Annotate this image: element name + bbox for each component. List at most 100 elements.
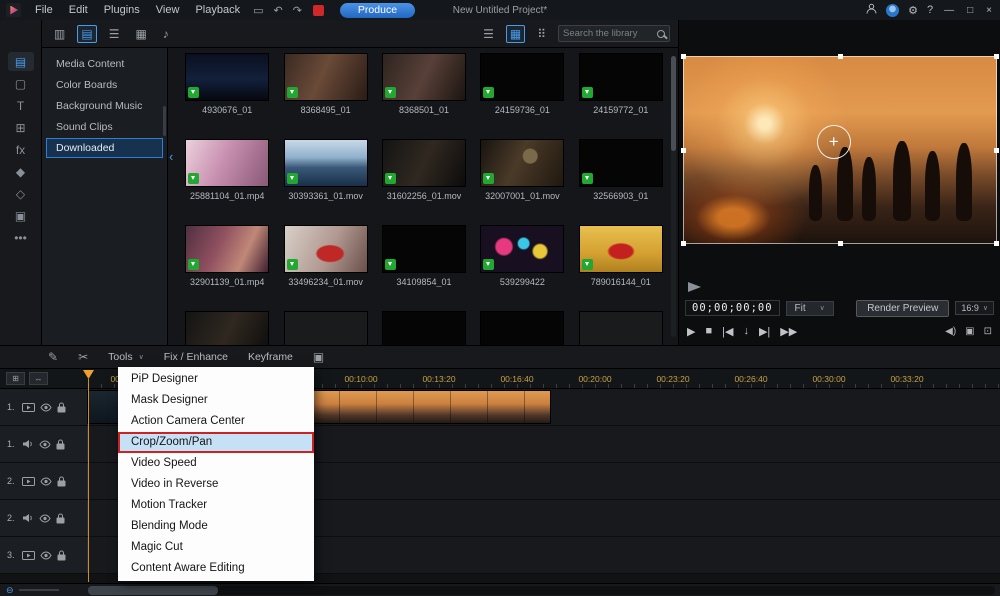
media-thumbnail[interactable] [580, 54, 662, 100]
media-item[interactable] [184, 312, 270, 345]
keyframe-button[interactable]: Keyframe [248, 351, 293, 363]
track-visibility-eye-icon[interactable] [40, 403, 52, 412]
media-thumbnail[interactable] [186, 140, 268, 186]
context-menu-item-motion-tracker[interactable]: Motion Tracker [118, 495, 314, 516]
menu-playback[interactable]: Playback [187, 4, 248, 16]
snapshot-icon[interactable]: ▣ [965, 326, 974, 337]
track-lock-icon[interactable] [56, 513, 65, 524]
selection-handle[interactable] [838, 241, 843, 246]
media-thumbnail[interactable] [580, 312, 662, 345]
category-scrollbar[interactable] [163, 106, 166, 136]
menu-plugins[interactable]: Plugins [96, 4, 148, 16]
settings-gear-icon[interactable]: ⚙ [908, 4, 918, 17]
media-item[interactable]: 8368495_01 [282, 54, 368, 118]
media-thumbnail[interactable] [580, 226, 662, 272]
user-avatar[interactable] [886, 4, 899, 17]
render-preview-button[interactable]: Render Preview [856, 300, 949, 317]
selection-handle[interactable] [681, 241, 686, 246]
media-item[interactable] [479, 312, 565, 345]
context-menu-item-pip-designer[interactable]: PiP Designer [118, 369, 314, 390]
aspect-ratio-selector[interactable]: 16:9 ∨ [955, 301, 994, 315]
context-menu-item-blending-mode[interactable]: Blending Mode [118, 516, 314, 537]
timecode-display[interactable]: 00;00;00;00 [685, 300, 780, 316]
media-thumbnail[interactable] [186, 226, 268, 272]
import-media-icon[interactable]: ▥ [50, 25, 69, 43]
preview-volume-slider[interactable] [688, 282, 701, 292]
media-item[interactable]: 30393361_01.mov [282, 140, 368, 204]
media-item[interactable] [578, 312, 664, 345]
help-icon[interactable]: ? [927, 4, 933, 16]
media-thumbnail[interactable] [383, 140, 465, 186]
library-scrollbar[interactable] [671, 56, 676, 337]
context-menu-item-content-aware-editing[interactable]: Content Aware Editing [118, 558, 314, 579]
timeline-clip[interactable] [88, 391, 118, 423]
effects-room-icon[interactable]: fx [8, 140, 34, 159]
grid-view-icon[interactable]: ▦ [506, 25, 525, 43]
search-input[interactable] [563, 28, 657, 39]
move-gizmo[interactable]: + [817, 125, 851, 159]
media-item[interactable] [381, 312, 467, 345]
media-item[interactable]: 4930676_01 [184, 54, 270, 118]
timeline-zoom-slider[interactable] [19, 589, 59, 591]
redo-icon[interactable]: ↷ [288, 4, 307, 17]
media-item[interactable]: 32007001_01.mov [479, 140, 565, 204]
detach-preview-icon[interactable]: ⊡ [984, 326, 992, 337]
selection-handle[interactable] [994, 241, 999, 246]
track-header[interactable]: 2. [0, 463, 88, 499]
more-room-icon[interactable]: ••• [8, 228, 34, 247]
media-item[interactable]: 24159736_01 [479, 54, 565, 118]
track-lock-icon[interactable] [56, 439, 65, 450]
particles-room-icon[interactable]: ◆ [8, 162, 34, 181]
category-downloaded[interactable]: Downloaded [46, 138, 163, 158]
track-header[interactable]: 2. [0, 500, 88, 536]
media-thumbnail[interactable] [285, 54, 367, 100]
boards-room-icon[interactable]: ▢ [8, 74, 34, 93]
menu-file[interactable]: File [27, 4, 61, 16]
context-menu-item-magic-cut[interactable]: Magic Cut [118, 537, 314, 558]
category-media-content[interactable]: Media Content [46, 54, 163, 74]
search-box[interactable] [558, 25, 670, 42]
edit-pencil-icon[interactable]: ✎ [48, 350, 58, 364]
track-header[interactable]: 1. [0, 426, 88, 462]
media-thumbnail[interactable] [285, 312, 367, 345]
media-item[interactable]: 34109854_01 [381, 226, 467, 290]
subtitles-room-icon[interactable]: ▣ [8, 206, 34, 225]
selection-handle[interactable] [681, 54, 686, 59]
pip-objects-room-icon[interactable]: ⊞ [8, 118, 34, 137]
context-menu-item-mask-designer[interactable]: Mask Designer [118, 390, 314, 411]
media-thumbnail[interactable] [383, 226, 465, 272]
library-menu-icon[interactable]: ⠿ [533, 25, 550, 43]
fix-enhance-button[interactable]: Fix / Enhance [164, 351, 228, 363]
timeline-clip[interactable] [302, 391, 550, 423]
track-header[interactable]: 1. [0, 389, 88, 425]
track-visibility-eye-icon[interactable] [40, 477, 52, 486]
list-view-icon[interactable]: ☰ [479, 25, 498, 43]
account-icon[interactable] [866, 3, 877, 17]
media-thumbnail[interactable] [285, 140, 367, 186]
track-visibility-eye-icon[interactable] [39, 440, 51, 449]
media-item[interactable]: 25881104_01.mp4 [184, 140, 270, 204]
timeline-scrollbar[interactable] [88, 586, 995, 595]
media-item[interactable]: 31602256_01.mov [381, 140, 467, 204]
window-close-button[interactable]: × [984, 5, 994, 16]
play-button[interactable]: ▶ [687, 325, 695, 338]
fast-forward-button[interactable]: ▶▶ [780, 325, 797, 338]
filmstrip-view-icon[interactable]: ▤ [77, 25, 96, 43]
volume-icon[interactable]: ◀) [945, 326, 956, 337]
next-frame-button[interactable]: ▶| [759, 325, 770, 338]
media-thumbnail[interactable] [383, 54, 465, 100]
media-item[interactable]: 32901139_01.mp4 [184, 226, 270, 290]
media-thumbnail[interactable] [186, 312, 268, 345]
preview-video[interactable]: + [683, 56, 997, 244]
context-menu-item-video-in-reverse[interactable]: Video in Reverse [118, 474, 314, 495]
selection-handle[interactable] [838, 54, 843, 59]
media-thumbnail[interactable] [285, 226, 367, 272]
title-room-icon[interactable]: T [8, 96, 34, 115]
media-item[interactable]: 24159772_01 [578, 54, 664, 118]
media-thumbnail[interactable] [186, 54, 268, 100]
track-visibility-eye-icon[interactable] [40, 551, 52, 560]
collapse-panel-icon[interactable]: ‹ [169, 152, 173, 162]
media-thumbnail[interactable] [580, 140, 662, 186]
zoom-out-icon[interactable]: ⊖ [6, 585, 14, 596]
tools-dropdown[interactable]: Tools ∨ [108, 351, 144, 363]
